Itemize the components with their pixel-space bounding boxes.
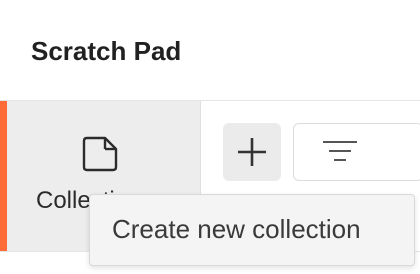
plus-icon xyxy=(238,138,266,166)
workspace-header: Scratch Pad xyxy=(0,0,420,101)
filter-button[interactable] xyxy=(293,123,420,181)
filter-icon xyxy=(323,141,357,161)
active-indicator xyxy=(0,101,7,251)
collection-icon xyxy=(81,135,119,173)
workspace-title: Scratch Pad xyxy=(31,36,182,66)
app-window: Scratch Pad Collections xyxy=(0,0,420,274)
tooltip: Create new collection xyxy=(89,194,415,266)
tooltip-text: Create new collection xyxy=(112,214,361,244)
add-collection-button[interactable] xyxy=(223,123,281,181)
